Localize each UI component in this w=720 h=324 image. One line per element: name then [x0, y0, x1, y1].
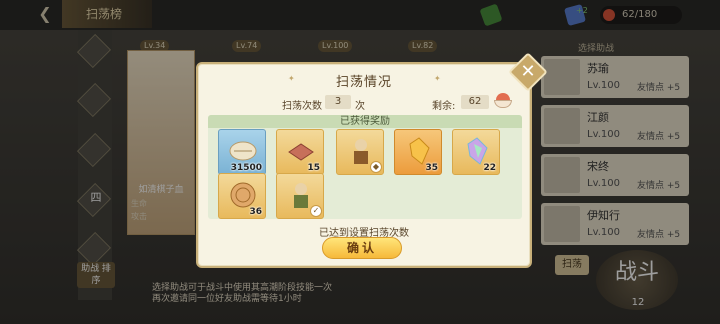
sweep-count-value: 3	[325, 95, 351, 109]
title-ornament-icon: ✦	[434, 74, 441, 83]
fragment-badge-icon: ◆	[370, 161, 382, 173]
reward-quantity: 15	[307, 163, 320, 173]
remaining-label: 剩余:	[432, 101, 456, 112]
sweep-count-unit: 次	[355, 101, 365, 112]
reward-quantity: 31500	[230, 163, 262, 173]
sweep-result-dialog: ✦ 扫荡情况 ✦ 扫荡次数 3 次 剩余: 62 已获得奖励 31500 15 …	[196, 62, 532, 268]
remaining-value: 62	[461, 95, 489, 109]
reward-quantity: 22	[483, 163, 496, 173]
reward-item[interactable]: 22	[452, 129, 500, 175]
rice-bowl-icon	[494, 93, 512, 109]
rewards-header: 已获得奖励	[208, 115, 522, 128]
brick-material-icon	[288, 143, 314, 161]
close-icon[interactable]: ✕	[514, 58, 542, 86]
confirm-button[interactable]: 确认	[322, 237, 402, 259]
amber-stone-icon	[409, 137, 430, 165]
reward-item[interactable]: ✓	[276, 173, 324, 219]
copper-coin-icon	[230, 182, 256, 208]
shell-coin-icon	[229, 141, 257, 161]
reward-item[interactable]: 31500	[218, 129, 266, 175]
dialog-title: 扫荡情况	[335, 75, 392, 90]
reward-item[interactable]: 36	[218, 173, 266, 219]
reward-quantity: 35	[425, 163, 438, 173]
reward-quantity: 36	[249, 207, 262, 217]
rainbow-stone-icon	[467, 137, 488, 165]
sweep-count-label: 扫荡次数	[282, 101, 322, 112]
reward-item[interactable]: ◆	[336, 129, 384, 175]
rewards-panel: 已获得奖励 31500 15 ◆ 35 22 36 ✓	[208, 115, 522, 219]
reward-item[interactable]: 35	[394, 129, 442, 175]
fragment-badge-icon: ✓	[310, 205, 322, 217]
reward-item[interactable]: 15	[276, 129, 324, 175]
